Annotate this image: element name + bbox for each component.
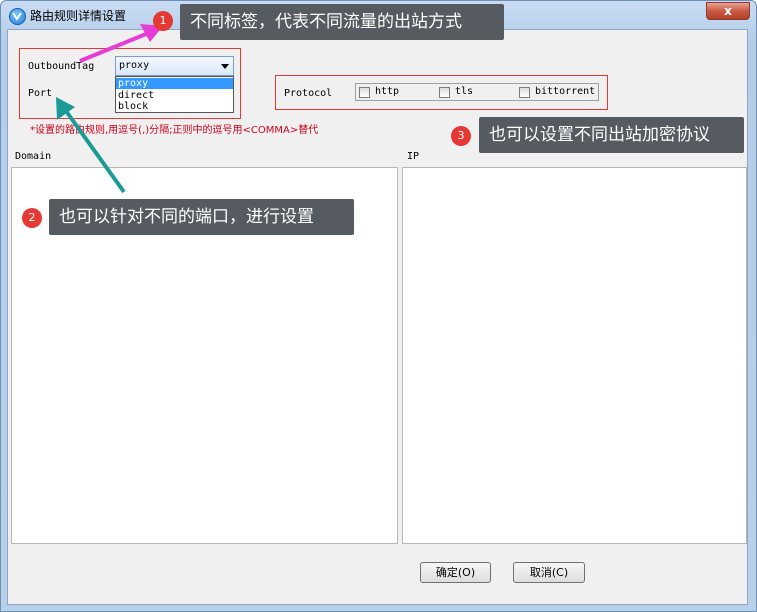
annotation-callout-1: 不同标签，代表不同流量的出站方式 <box>180 4 504 40</box>
annotation-arrows <box>56 24 163 194</box>
annotation-badge-1: 1 <box>153 11 173 31</box>
arrow-2-line <box>64 109 126 194</box>
annotation-callout-3: 也可以设置不同出站加密协议 <box>479 117 744 153</box>
annotation-badge-2: 2 <box>22 208 42 228</box>
annotation-badge-3: 3 <box>451 126 471 146</box>
arrow-1-line <box>79 32 147 63</box>
annotation-callout-2: 也可以针对不同的端口，进行设置 <box>49 199 354 235</box>
